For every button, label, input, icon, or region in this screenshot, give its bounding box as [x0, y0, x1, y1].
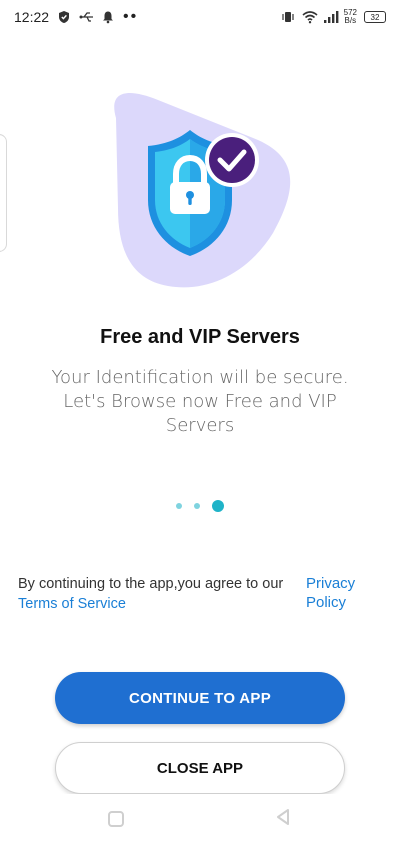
battery-level: 32	[370, 12, 380, 22]
page-dot-1[interactable]	[176, 503, 182, 509]
wifi-icon	[302, 10, 318, 24]
page-dot-2[interactable]	[194, 503, 200, 509]
usb-icon	[79, 10, 94, 24]
close-app-button[interactable]: CLOSE APP	[55, 742, 345, 794]
bell-icon	[101, 10, 115, 24]
onboarding-title: Free and VIP Servers	[100, 326, 300, 348]
battery-icon: 32	[364, 11, 386, 23]
status-left: 12:22 ••	[14, 8, 138, 26]
status-right: 572 B/s 32	[281, 9, 386, 25]
security-illustration	[98, 88, 298, 308]
system-navigation-bar	[0, 794, 400, 844]
network-speed: 572 B/s	[344, 9, 357, 25]
privacy-policy-link[interactable]: Privacy Policy	[306, 574, 376, 612]
page-dot-3-active[interactable]	[212, 500, 224, 512]
back-icon[interactable]	[274, 808, 292, 831]
onboarding-subtitle: Your Identification will be secure. Let'…	[51, 367, 349, 436]
check-badge-icon	[205, 133, 259, 187]
home-icon[interactable]	[108, 811, 124, 827]
status-bar: 12:22 •• 572 B/s 32	[0, 0, 400, 34]
continue-to-app-button[interactable]: CONTINUE TO APP	[55, 672, 345, 724]
network-speed-unit: B/s	[344, 16, 357, 25]
page-indicator	[0, 500, 400, 512]
vibrate-icon	[281, 10, 295, 24]
signal-icon	[323, 10, 339, 24]
shield-check-icon	[57, 10, 71, 24]
more-dots-icon: ••	[123, 8, 139, 25]
edge-panel-handle[interactable]	[0, 134, 7, 252]
status-time: 12:22	[14, 9, 50, 25]
